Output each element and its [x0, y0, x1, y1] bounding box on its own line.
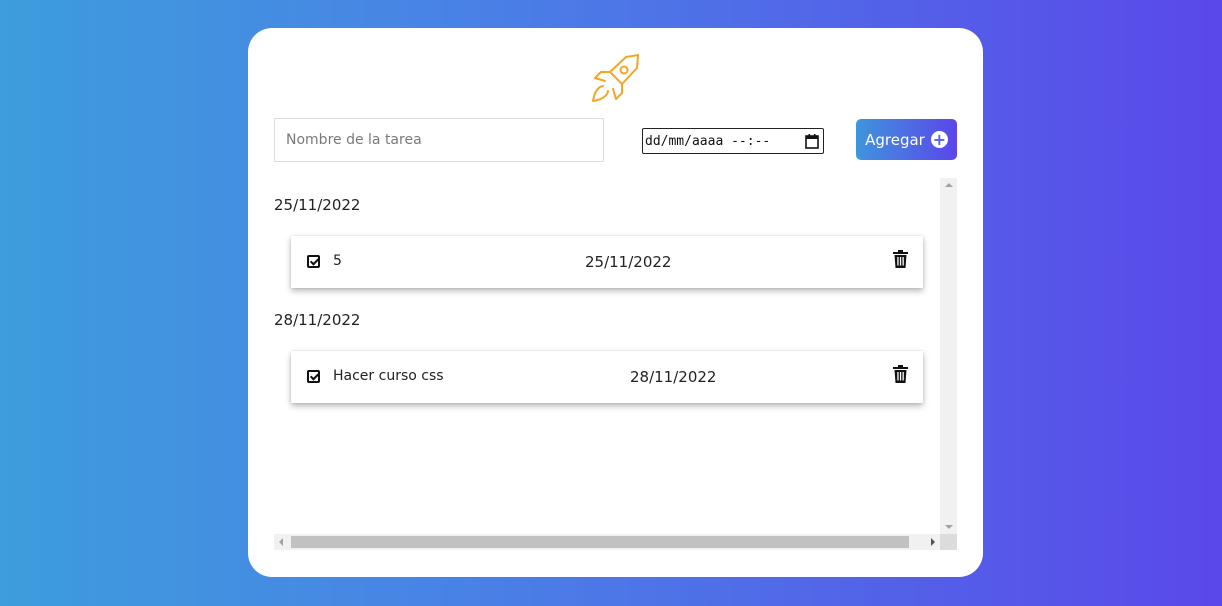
horizontal-scroll-thumb[interactable]: [291, 536, 909, 548]
trash-icon[interactable]: [893, 250, 908, 268]
task-item: Hacer curso css 28/11/2022: [291, 351, 923, 403]
checkbox-checked-icon[interactable]: [307, 255, 320, 268]
scrollbar-corner: [940, 534, 957, 550]
horizontal-scrollbar[interactable]: [274, 534, 940, 550]
rocket-icon: [592, 54, 639, 102]
datetime-input[interactable]: dd/mm/aaaa --:--: [642, 128, 824, 154]
scroll-right-arrow-icon[interactable]: [931, 538, 935, 546]
group-date-heading: 25/11/2022: [274, 196, 361, 214]
task-date: 25/11/2022: [585, 253, 672, 271]
task-name: 5: [333, 253, 342, 269]
add-task-button[interactable]: Agregar +: [856, 119, 957, 160]
task-list[interactable]: 25/11/2022 5 25/11/2022 28/11/2022 Hacer…: [274, 178, 957, 550]
task-name-input[interactable]: [274, 118, 604, 162]
plus-circle-icon: +: [930, 130, 948, 149]
datetime-placeholder: dd/mm/aaaa --:--: [645, 133, 771, 149]
calendar-icon[interactable]: [805, 133, 819, 149]
task-name: Hacer curso css: [333, 368, 444, 384]
task-item: 5 25/11/2022: [291, 236, 923, 288]
trash-icon[interactable]: [893, 365, 908, 383]
group-date-heading: 28/11/2022: [274, 311, 361, 329]
checkbox-checked-icon[interactable]: [307, 370, 320, 383]
todo-card: dd/mm/aaaa --:-- Agregar + 25/11/2022 5 …: [248, 28, 983, 577]
add-button-label: Agregar: [865, 130, 925, 149]
scroll-left-arrow-icon[interactable]: [279, 538, 283, 546]
scroll-down-arrow-icon[interactable]: [945, 525, 953, 529]
scroll-up-arrow-icon[interactable]: [945, 183, 953, 187]
vertical-scrollbar[interactable]: [940, 178, 957, 534]
task-date: 28/11/2022: [630, 368, 717, 386]
